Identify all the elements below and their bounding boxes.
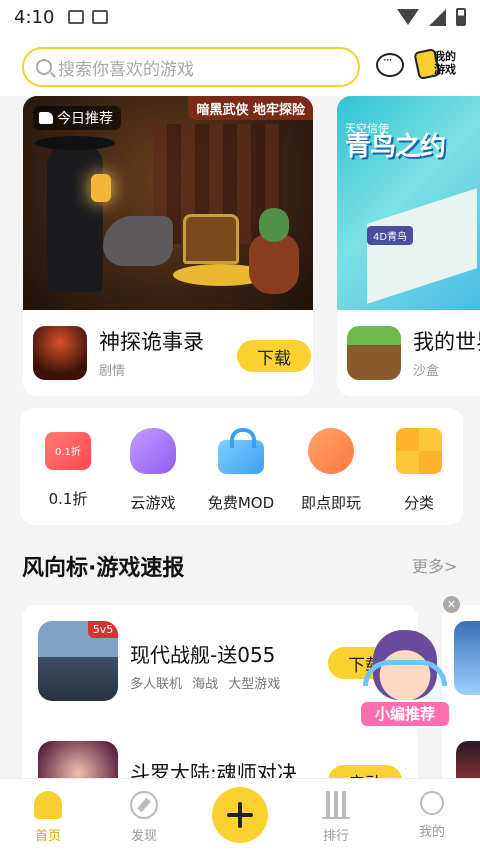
- my-games-button[interactable]: 我的游戏: [413, 48, 464, 82]
- hero-figure: [47, 142, 103, 292]
- block-art: [367, 188, 477, 304]
- my-games-label: 我的游戏: [434, 50, 456, 76]
- more-link[interactable]: 更多>: [412, 553, 457, 577]
- header: 搜索你喜欢的游戏 我的游戏: [0, 34, 480, 96]
- game-icon[interactable]: [347, 326, 401, 380]
- category-free-mod[interactable]: 免费MOD: [197, 428, 285, 513]
- message-icon[interactable]: [376, 53, 404, 77]
- category-label: 分类: [403, 494, 434, 512]
- add-button[interactable]: [212, 787, 268, 843]
- category-cloud-game[interactable]: 云游戏: [109, 428, 197, 513]
- home-icon: [34, 791, 62, 819]
- snake-figure: [259, 208, 289, 242]
- nav-home[interactable]: 首页: [18, 791, 78, 844]
- category-label: 免费MOD: [207, 494, 275, 512]
- nav-label: 我的: [418, 825, 445, 840]
- category-label: 0.1折: [48, 490, 88, 508]
- featured-banner-card-2[interactable]: 天空信使 青鸟之约 4D青鸟 我的世界 沙盒: [337, 96, 480, 396]
- notification-icons: [68, 10, 109, 24]
- daily-recommend-label: 今日推荐: [57, 111, 113, 127]
- download-button[interactable]: 下载: [237, 340, 311, 372]
- banner-artwork-2: 天空信使 青鸟之约 4D青鸟: [337, 96, 480, 310]
- nav-label: 首页: [34, 829, 61, 844]
- daily-recommend-tag: 今日推荐: [33, 106, 121, 130]
- nav-discover[interactable]: 发现: [114, 791, 174, 844]
- discount-ticket-icon: [45, 432, 91, 470]
- game-icon[interactable]: [33, 326, 87, 380]
- banner-game-row-2: 我的世界 沙盒: [347, 326, 480, 382]
- status-time: 4:10: [14, 6, 55, 28]
- banner-game-row: 神探诡事录 剧情 下载: [33, 326, 313, 382]
- status-bar: 4:10: [0, 0, 480, 34]
- banner-artwork: 今日推荐 暗黑武侠 地牢探险: [23, 96, 313, 310]
- bottom-nav: 首页 发现 排行 我的: [0, 778, 480, 853]
- battery-icon: [456, 8, 466, 26]
- search-icon: [36, 59, 52, 75]
- search-placeholder: 搜索你喜欢的游戏: [58, 59, 194, 80]
- game-name: 神探诡事录: [99, 330, 204, 354]
- category-label: 即点即玩: [300, 494, 361, 512]
- nav-label: 发现: [130, 829, 157, 844]
- genre-corner-tag: 暗黑武侠 地牢探险: [188, 96, 313, 120]
- mode-badge: 5v5: [88, 621, 118, 638]
- system-icons: [397, 8, 466, 26]
- section-title: 风向标·游戏速报: [22, 556, 185, 581]
- hero-hat: [35, 136, 115, 150]
- nav-label: 排行: [322, 829, 349, 844]
- ranking-icon: [322, 791, 350, 819]
- game-icon[interactable]: [454, 621, 480, 695]
- headphones-icon: [363, 660, 447, 686]
- treasure-chest: [183, 214, 239, 264]
- thumbs-up-icon: [39, 112, 53, 124]
- game-category: 剧情: [99, 364, 126, 379]
- profile-icon: [420, 791, 444, 815]
- category-panel: 0.1折 云游戏 免费MOD 即点即玩 分类: [20, 408, 463, 525]
- pacman-icon: [308, 428, 354, 474]
- compass-icon: [130, 791, 158, 819]
- lantern: [91, 174, 111, 202]
- app-notification-icon: [92, 10, 109, 24]
- close-icon[interactable]: ✕: [443, 596, 460, 613]
- game-name[interactable]: 现代战舰-送055: [130, 639, 275, 668]
- lock-icon: [218, 428, 264, 474]
- category-instant-play[interactable]: 即点即玩: [287, 428, 375, 513]
- editor-recommend-float[interactable]: 小编推荐: [355, 630, 455, 734]
- category-discount[interactable]: 0.1折: [24, 428, 112, 509]
- wifi-icon: [397, 9, 419, 25]
- clay-pot: [249, 234, 299, 294]
- game-tags: 多人联机 海战 大型游戏: [130, 677, 281, 692]
- editor-recommend-label: 小编推荐: [359, 700, 451, 728]
- cloud-gamepad-icon: [130, 428, 176, 474]
- cell-signal-icon: [429, 8, 446, 26]
- gallery-notification-icon: [68, 10, 85, 24]
- game-category: 沙盒: [413, 364, 440, 379]
- wolf-figure: [103, 216, 173, 266]
- banner-title: 青鸟之约: [345, 132, 446, 162]
- nav-ranking[interactable]: 排行: [306, 791, 366, 844]
- game-name: 我的世界: [413, 330, 480, 354]
- featured-banner-card[interactable]: 今日推荐 暗黑武侠 地牢探险 神探诡事录 剧情 下载: [23, 96, 313, 396]
- category-all[interactable]: 分类: [375, 428, 463, 513]
- nav-me[interactable]: 我的: [402, 791, 462, 840]
- banner-badge: 4D青鸟: [367, 226, 414, 245]
- category-label: 云游戏: [130, 494, 176, 512]
- search-input[interactable]: 搜索你喜欢的游戏: [22, 47, 360, 87]
- genre-corner-label: 暗黑武侠 地牢探险: [196, 102, 305, 118]
- grid-icon: [396, 428, 442, 474]
